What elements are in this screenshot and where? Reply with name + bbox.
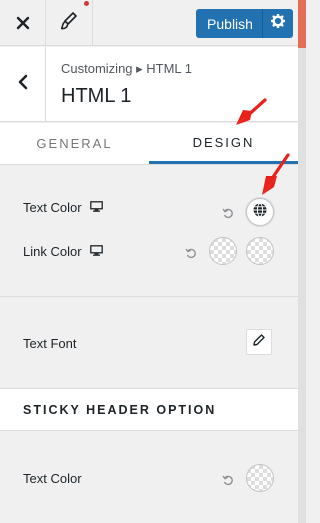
preview-edge [298, 0, 306, 523]
back-button[interactable] [0, 47, 46, 122]
text-font-row: Text Font [23, 336, 76, 351]
annotation-arrow-global-color [262, 153, 290, 195]
notification-dot [84, 1, 89, 6]
text-color-row: Text Color [23, 200, 103, 215]
text-color-label: Text Color [23, 200, 82, 215]
sticky-color-section: Text Color [0, 432, 298, 523]
undo-icon[interactable] [221, 473, 235, 487]
sticky-header-heading: STICKY HEADER OPTION [0, 388, 298, 431]
paintbrush-icon [60, 11, 77, 35]
link-color-row: Link Color [23, 244, 103, 259]
page-title: HTML 1 [61, 85, 132, 107]
link-hover-color-picker[interactable] [246, 237, 274, 265]
text-font-edit-button[interactable] [246, 329, 272, 355]
link-color-label: Link Color [23, 244, 82, 259]
link-color-picker[interactable] [209, 237, 237, 265]
close-button[interactable] [0, 0, 46, 46]
sticky-text-color-picker[interactable] [246, 464, 274, 492]
desktop-icon[interactable] [89, 244, 103, 259]
edit-design-button[interactable] [46, 0, 93, 46]
text-font-label: Text Font [23, 336, 77, 351]
text-color-global-picker[interactable] [246, 198, 274, 226]
undo-icon[interactable] [221, 206, 235, 220]
undo-icon[interactable] [184, 246, 198, 260]
close-icon [16, 10, 30, 36]
preview-edge-accent [298, 0, 306, 48]
pencil-icon [253, 333, 265, 351]
chevron-left-icon [18, 74, 28, 95]
publish-button[interactable]: Publish [196, 9, 263, 38]
globe-icon [252, 202, 268, 223]
customizer-topbar: Publish [0, 0, 298, 46]
publish-button-group: Publish [196, 9, 293, 38]
annotation-arrow-design-tab [236, 98, 267, 125]
sticky-text-color-label: Text Color [23, 471, 82, 486]
breadcrumb: Customizing ▸ HTML 1 [61, 61, 193, 76]
desktop-icon[interactable] [89, 200, 103, 215]
tab-general[interactable]: GENERAL [0, 123, 149, 164]
sticky-header-title: STICKY HEADER OPTION [23, 403, 217, 417]
sticky-text-color-row: Text Color [23, 471, 82, 486]
gear-icon [270, 13, 286, 33]
publish-settings-button[interactable] [263, 9, 293, 38]
